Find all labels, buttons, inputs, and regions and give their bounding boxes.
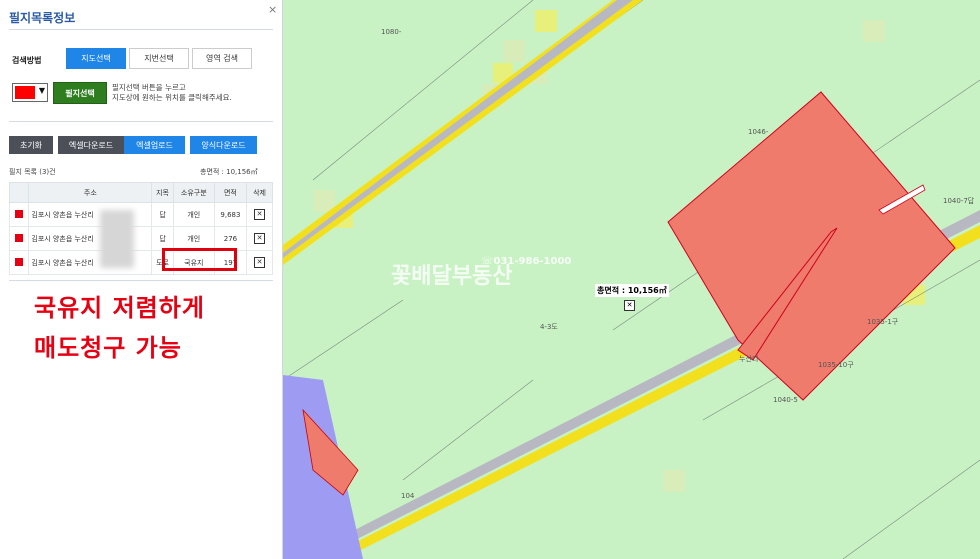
color-marker [15,209,24,218]
panel-title: 필지목록정보 [9,11,76,25]
total-area: 총면적 : 10,156㎡ [200,168,258,176]
help-text: 필지선택 버튼을 누르고 지도상에 원하는 위치를 클릭해주세요. [112,83,232,102]
color-swatch [15,86,35,99]
divider [9,121,273,122]
table-header: 주소 지목 소유구분 면적 삭제 [8,182,273,203]
highlight-box [162,248,237,271]
template-download-button[interactable]: 양식다운로드 [190,136,257,154]
divider [9,280,273,281]
blurred-lot-numbers [100,210,134,268]
map-label: 1046- [748,128,769,136]
parcel-select-button[interactable]: 필지선택 [53,82,107,104]
annotation-line-2: 매도청구 가능 [34,334,182,362]
excel-upload-button[interactable]: 엑셀업로드 [124,136,185,154]
map-label: 1040-7답 [943,197,975,205]
parcel-count: 필지 목록 (3)건 [9,168,56,176]
delete-icon[interactable]: ✕ [254,233,266,244]
map-view[interactable]: 1080- 1046- 1040-7답 4-3도 1035-1구 1035-10… [283,0,980,559]
map-label: 1040-5 [773,396,798,404]
reset-button[interactable]: 초기화 [9,136,53,154]
annotation-line-1: 국유지 저렴하게 [34,294,205,322]
watermark-phone: ☏031-986-1000 [481,256,572,267]
table-row[interactable]: 김포시 양촌읍 누산리 답 개인 9,683 ✕ [8,202,273,227]
table-row[interactable]: 김포시 양촌읍 누산리 답 개인 276 ✕ [8,226,273,251]
map-label: 1035-10구 [818,361,854,369]
delete-icon[interactable]: ✕ [254,257,266,268]
map-label: 누산리 [739,355,759,363]
map-total-area-label: 총면적 : 10,156㎡ [595,284,669,297]
map-canvas [283,0,980,559]
tab-lot-select[interactable]: 지번선택 [129,48,189,69]
color-picker[interactable]: ▼ [12,83,48,102]
excel-download-button[interactable]: 엑셀다운로드 [58,136,124,154]
delete-icon[interactable]: ✕ [254,209,266,220]
dropdown-arrow-icon: ▼ [38,86,45,95]
map-label: 4-3도 [540,323,558,331]
close-icon[interactable]: ✕ [624,300,635,311]
divider [9,29,273,30]
map-label: 1080- [381,28,402,36]
tab-area-search[interactable]: 영역 검색 [192,48,252,69]
map-label: 1035-1구 [867,318,899,326]
search-method-label: 검색방법 [12,56,42,65]
color-marker [15,257,24,266]
close-icon[interactable]: × [268,3,277,16]
map-label: 104 [401,492,415,500]
color-marker [15,233,24,242]
parcel-list-panel: 필지목록정보 × 검색방법 지도선택 지번선택 영역 검색 ▼ 필지선택 필지선… [0,0,283,559]
tab-map-select[interactable]: 지도선택 [66,48,126,69]
